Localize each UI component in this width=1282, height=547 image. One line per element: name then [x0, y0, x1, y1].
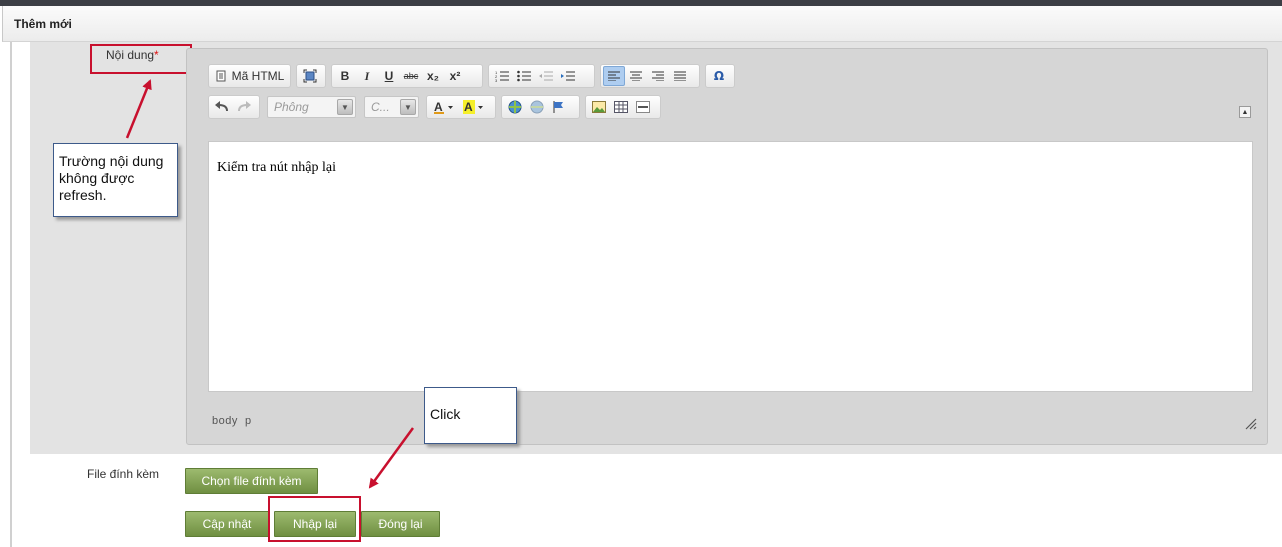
indent-icon [561, 71, 575, 81]
close-button[interactable]: Đóng lại [361, 511, 440, 537]
subscript-icon: x₂ [426, 69, 439, 83]
justify-icon [674, 71, 686, 81]
svg-text:A: A [464, 100, 473, 114]
editor-text: Kiểm tra nút nhập lại [217, 160, 336, 175]
flag-icon [553, 101, 563, 113]
editor-content-area[interactable]: Kiểm tra nút nhập lại [208, 141, 1253, 392]
link-icon [508, 100, 522, 114]
chevron-down-icon: ▼ [337, 99, 353, 115]
undo-icon [215, 101, 228, 112]
undo-button[interactable] [211, 97, 233, 117]
italic-button[interactable]: I [356, 66, 378, 86]
content-note-text: Trường nội dung không được refresh. [59, 153, 168, 203]
resize-handle-icon[interactable] [1245, 418, 1257, 430]
maximize-button[interactable] [299, 66, 321, 86]
background-color-button[interactable]: A [459, 97, 489, 117]
element-path[interactable]: body p [212, 415, 252, 427]
align-right-icon [652, 71, 664, 81]
panel-header: Thêm mới [2, 6, 1282, 42]
toolbar-group-history [208, 95, 260, 119]
redo-icon [238, 101, 251, 112]
justify-button[interactable] [669, 66, 691, 86]
numbered-list-button[interactable]: 123 [491, 66, 513, 86]
choose-file-button[interactable]: Chọn file đính kèm [185, 468, 318, 494]
rich-text-editor: Mã HTML B I U abc x₂ x² 123 Ω Phông ▼ C.… [186, 48, 1268, 445]
toolbar-group-insert [585, 95, 661, 119]
anchor-button[interactable] [548, 97, 570, 117]
content-note-callout: Trường nội dung không được refresh. [53, 143, 178, 217]
underline-icon: U [384, 69, 394, 83]
align-left-button[interactable] [603, 66, 625, 86]
bold-icon: B [340, 69, 350, 83]
left-border [10, 42, 12, 547]
text-color-icon: A [434, 100, 453, 114]
background-color-icon: A [463, 100, 483, 114]
font-size-combo[interactable]: C... ▼ [364, 96, 419, 118]
attachment-label: File đính kèm [87, 467, 160, 481]
outdent-button[interactable] [535, 66, 557, 86]
content-label-highlight [90, 44, 192, 74]
indent-button[interactable] [557, 66, 579, 86]
toolbar-group-align [600, 64, 700, 88]
align-left-icon [608, 71, 620, 81]
table-button[interactable] [610, 97, 632, 117]
align-center-icon [630, 71, 642, 81]
unlink-icon [530, 100, 544, 114]
font-combo[interactable]: Phông ▼ [267, 96, 356, 118]
font-size-combo-text: C... [371, 100, 390, 114]
chevron-down-icon: ▼ [400, 99, 416, 115]
svg-text:A: A [434, 100, 443, 114]
document-icon [216, 70, 226, 82]
align-center-button[interactable] [625, 66, 647, 86]
superscript-icon: x² [449, 69, 461, 83]
toolbar-group-source: Mã HTML [208, 64, 291, 88]
svg-text:3: 3 [495, 78, 498, 82]
align-right-button[interactable] [647, 66, 669, 86]
italic-icon: I [364, 68, 370, 83]
bold-button[interactable]: B [334, 66, 356, 86]
superscript-button[interactable]: x² [444, 66, 466, 86]
toolbar-group-special: Ω [705, 64, 735, 88]
image-button[interactable] [588, 97, 610, 117]
subscript-button[interactable]: x₂ [422, 66, 444, 86]
image-icon [592, 101, 606, 113]
toolbar-group-maximize [296, 64, 326, 88]
collapse-toolbar-button[interactable]: ▲ [1239, 106, 1251, 118]
maximize-icon [303, 69, 317, 83]
panel-title: Thêm mới [14, 17, 72, 31]
underline-button[interactable]: U [378, 66, 400, 86]
strikethrough-icon: abc [403, 71, 419, 81]
numbered-list-icon: 123 [495, 70, 509, 82]
bulleted-list-button[interactable] [513, 66, 535, 86]
triangle-up-icon: ▲ [1241, 108, 1249, 116]
horizontal-rule-button[interactable] [632, 97, 654, 117]
text-color-button[interactable]: A [429, 97, 459, 117]
outdent-icon [539, 71, 553, 81]
source-button[interactable]: Mã HTML [211, 66, 288, 86]
click-note-callout: Click [424, 387, 517, 444]
toolbar-group-links [501, 95, 580, 119]
reset-button-highlight [268, 496, 361, 542]
update-button[interactable]: Cập nhật [185, 511, 269, 537]
bulleted-list-icon [517, 70, 531, 82]
link-button[interactable] [504, 97, 526, 117]
source-button-label: Mã HTML [231, 69, 285, 83]
toolbar-group-colors: A A [426, 95, 496, 119]
toolbar-group-format: B I U abc x₂ x² [331, 64, 483, 88]
horizontal-rule-icon [636, 101, 650, 113]
table-icon [614, 101, 628, 113]
click-note-text: Click [430, 406, 461, 422]
strike-button[interactable]: abc [400, 66, 422, 86]
special-char-button[interactable]: Ω [708, 66, 730, 86]
unlink-button[interactable] [526, 97, 548, 117]
toolbar-group-lists: 123 [488, 64, 595, 88]
font-combo-text: Phông [274, 100, 309, 114]
redo-button[interactable] [233, 97, 255, 117]
omega-icon: Ω [713, 69, 725, 83]
